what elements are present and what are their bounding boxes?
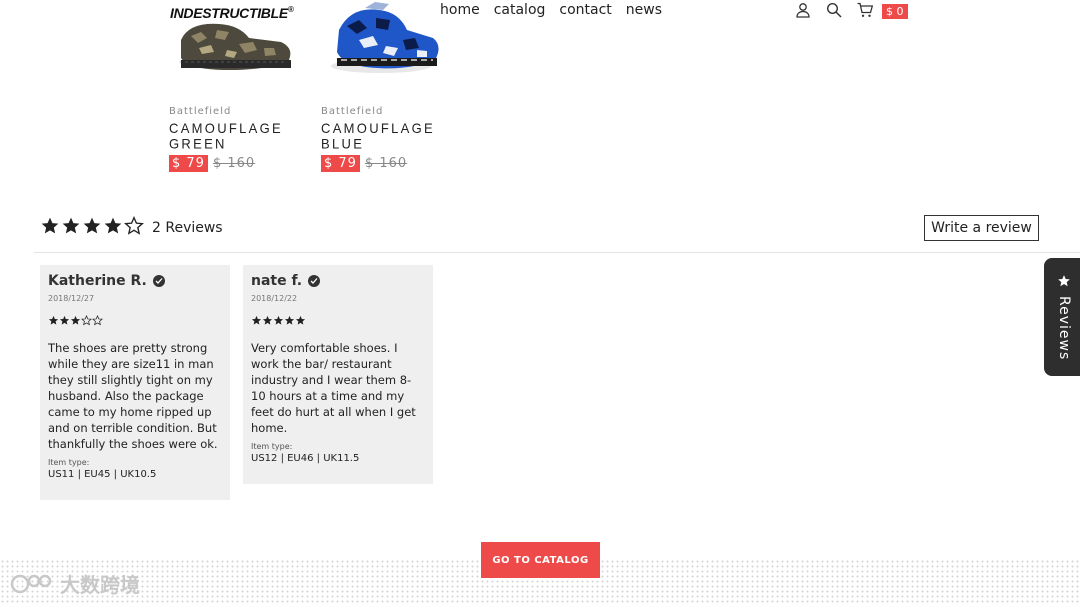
reviews-side-tab[interactable]: Reviews <box>1044 258 1080 376</box>
star-empty-icon <box>124 216 144 240</box>
star-filled-icon <box>40 216 60 240</box>
product-name[interactable]: CAMOUFLAGE GREEN <box>169 120 309 152</box>
nav-contact[interactable]: contact <box>559 2 611 18</box>
reviewer-name-text: Katherine R. <box>48 273 147 289</box>
star-empty-icon <box>81 311 92 330</box>
product-card[interactable]: Battlefield CAMOUFLAGE BLUE $ 79 $ 160 <box>321 0 461 172</box>
user-icon[interactable] <box>795 2 813 20</box>
write-review-button[interactable]: Write a review <box>924 215 1039 241</box>
sale-price: $ 79 <box>169 155 208 172</box>
nav-catalog[interactable]: catalog <box>494 2 546 18</box>
star-filled-icon <box>48 311 59 330</box>
item-type-value: US11 | EU45 | UK10.5 <box>48 469 157 480</box>
star-empty-icon <box>92 311 103 330</box>
star-filled-icon <box>273 311 284 330</box>
star-filled-icon <box>284 311 295 330</box>
star-filled-icon <box>251 311 262 330</box>
item-type-label: Item type: <box>48 458 90 467</box>
review-date: 2018/12/22 <box>251 294 298 303</box>
product-brand: Battlefield <box>321 106 384 117</box>
star-filled-icon <box>82 216 102 240</box>
original-price: $ 160 <box>364 156 408 171</box>
reviewer-name: Katherine R. <box>48 273 222 289</box>
nav-news[interactable]: news <box>626 2 662 18</box>
product-card[interactable]: Battlefield CAMOUFLAGE GREEN $ 79 $ 160 <box>169 0 309 172</box>
product-image[interactable] <box>321 0 451 76</box>
product-name[interactable]: CAMOUFLAGE BLUE <box>321 120 461 152</box>
product-prices: $ 79 $ 160 <box>321 155 461 172</box>
review-rating-stars <box>251 311 425 330</box>
verified-check-icon <box>308 275 321 287</box>
star-icon <box>1057 273 1071 292</box>
product-brand: Battlefield <box>169 106 232 117</box>
star-filled-icon <box>103 216 123 240</box>
sale-price: $ 79 <box>321 155 360 172</box>
watermark: 大数跨境 <box>10 569 140 598</box>
main-nav: home catalog contact news <box>440 2 662 18</box>
item-type-label: Item type: <box>251 442 293 451</box>
reviewer-name-text: nate f. <box>251 273 303 289</box>
go-to-catalog-button[interactable]: GO TO CATALOG <box>481 542 600 578</box>
product-prices: $ 79 $ 160 <box>169 155 309 172</box>
star-filled-icon <box>262 311 273 330</box>
search-icon[interactable] <box>826 2 844 20</box>
star-filled-icon <box>61 216 81 240</box>
side-tab-label: Reviews <box>1056 296 1072 361</box>
star-filled-icon <box>59 311 70 330</box>
star-filled-icon <box>295 311 306 330</box>
product-image[interactable] <box>169 0 299 76</box>
watermark-text: 大数跨境 <box>60 573 140 597</box>
review-card: nate f. 2018/12/22 Very comfortable shoe… <box>243 265 433 484</box>
watermark-logo-icon <box>10 574 52 593</box>
review-rating-stars <box>48 311 222 330</box>
original-price: $ 160 <box>212 156 256 171</box>
item-type-value: US12 | EU46 | UK11.5 <box>251 453 360 464</box>
verified-check-icon <box>152 275 165 287</box>
average-rating-stars <box>40 216 144 240</box>
cart-total-badge[interactable]: $ 0 <box>882 3 908 19</box>
reviews-summary: 2 Reviews <box>40 216 223 240</box>
review-text: The shoes are pretty strong while they a… <box>48 341 218 451</box>
cart-icon[interactable] <box>857 2 875 20</box>
divider <box>34 252 1080 253</box>
reviewer-name: nate f. <box>251 273 425 289</box>
star-filled-icon <box>70 311 81 330</box>
header-actions: $ 0 <box>795 2 908 20</box>
review-count[interactable]: 2 Reviews <box>152 220 223 236</box>
review-text: Very comfortable shoes. I work the bar/ … <box>251 341 416 435</box>
review-date: 2018/12/27 <box>48 294 95 303</box>
review-card: Katherine R. 2018/12/27 The shoes are pr… <box>40 265 230 500</box>
